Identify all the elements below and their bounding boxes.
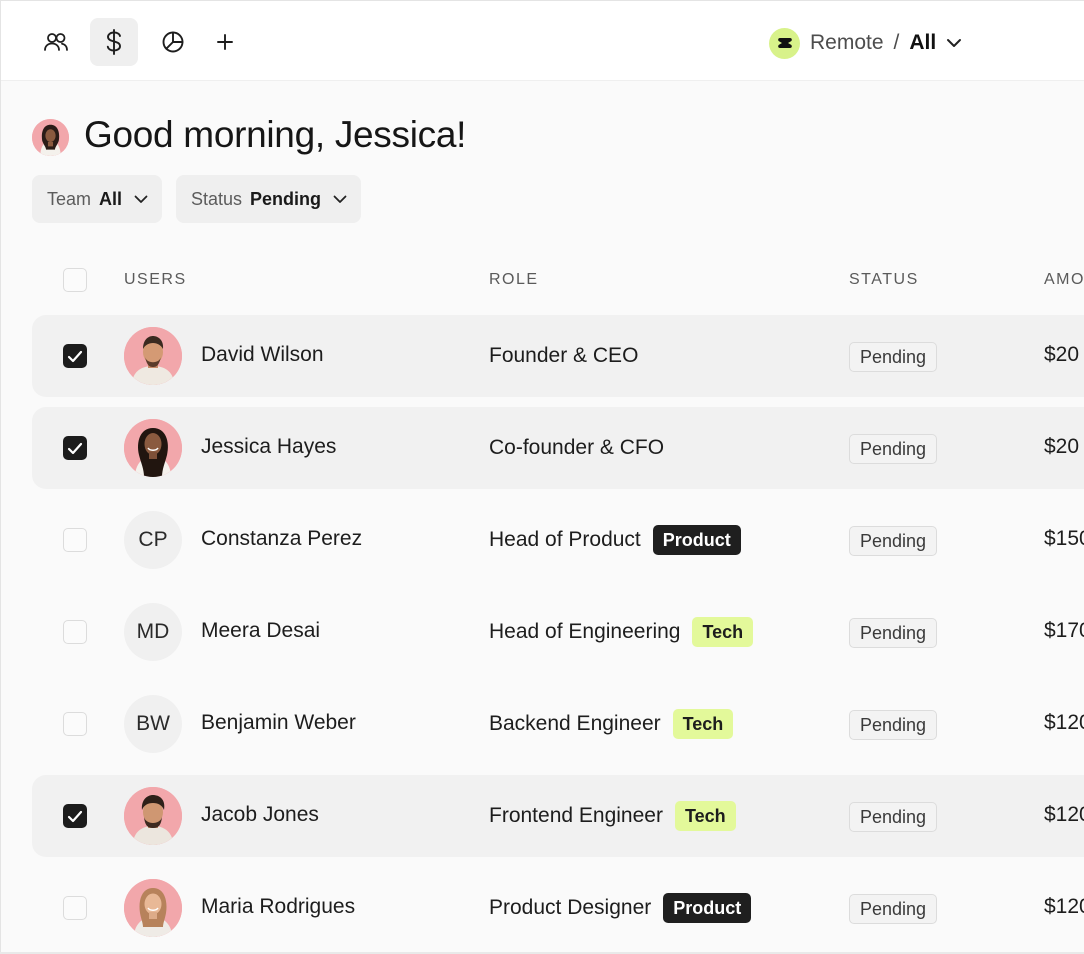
nav-reports-button[interactable] bbox=[149, 18, 197, 66]
status-badge: Pending bbox=[849, 434, 938, 464]
nav-people-button[interactable] bbox=[32, 18, 80, 66]
avatar-initials: BW bbox=[136, 712, 170, 735]
user-role: Frontend Engineer bbox=[489, 804, 663, 827]
workspace-logo-icon bbox=[769, 27, 800, 59]
user-name[interactable]: Constanza Perez bbox=[201, 527, 362, 551]
plus-icon bbox=[216, 33, 234, 51]
status-badge: Pending bbox=[849, 802, 938, 832]
people-icon bbox=[43, 31, 69, 53]
dollar-icon bbox=[104, 28, 124, 56]
avatar-initials: CP bbox=[138, 528, 168, 551]
team-tag: Tech bbox=[692, 617, 754, 647]
row-checkbox[interactable] bbox=[63, 436, 87, 460]
page-title: Good morning, Jessica! bbox=[84, 114, 467, 155]
column-header-amount[interactable]: AMO bbox=[1044, 271, 1084, 289]
select-all-checkbox[interactable] bbox=[63, 268, 87, 292]
amount-value: $20 bbox=[1044, 435, 1080, 458]
status-badge: Pending bbox=[849, 618, 938, 648]
avatar bbox=[124, 327, 182, 385]
amount-value: $20 bbox=[1044, 343, 1080, 366]
team-tag: Tech bbox=[674, 801, 736, 831]
avatar-initials: MD bbox=[136, 620, 170, 643]
table-row[interactable]: MD Meera Desai Head of Engineering Tech Pend… bbox=[32, 591, 1084, 673]
avatar: BW bbox=[124, 695, 182, 753]
user-name[interactable]: David Wilson bbox=[201, 343, 324, 367]
table-row[interactable]: Jessica Hayes Co-founder & CFO Pending $20 bbox=[32, 407, 1084, 489]
team-tag: Product bbox=[652, 525, 741, 555]
chevron-down-icon bbox=[333, 195, 347, 204]
user-name[interactable]: Jessica Hayes bbox=[201, 435, 336, 459]
table-row[interactable]: David Wilson Founder & CEO Pending $20 bbox=[32, 315, 1084, 397]
user-name[interactable]: Maria Rodrigues bbox=[201, 895, 355, 919]
user-name[interactable]: Jacob Jones bbox=[201, 803, 319, 827]
column-header-status[interactable]: STATUS bbox=[849, 271, 919, 289]
avatar bbox=[124, 787, 182, 845]
column-header-users[interactable]: USERS bbox=[124, 271, 187, 289]
role-cell: Co-founder & CFO bbox=[489, 429, 664, 467]
workspace-name: Remote bbox=[810, 31, 884, 54]
row-checkbox[interactable] bbox=[63, 712, 87, 736]
team-tag: Product bbox=[663, 893, 752, 923]
user-name[interactable]: Meera Desai bbox=[201, 619, 320, 643]
avatar bbox=[124, 879, 182, 937]
role-cell: Head of Product Product bbox=[489, 521, 741, 559]
nav-add-button[interactable] bbox=[201, 18, 249, 66]
amount-value: $120 bbox=[1044, 711, 1084, 734]
nav-payroll-button[interactable] bbox=[90, 18, 138, 66]
role-cell: Founder & CEO bbox=[489, 337, 638, 375]
table-row[interactable]: CP Constanza Perez Head of Product Product P… bbox=[32, 499, 1084, 581]
top-bar: Remote / All bbox=[1, 1, 1084, 81]
table-row[interactable]: Maria Rodrigues Product Designer Product Pe… bbox=[32, 867, 1084, 949]
filter-label: Team bbox=[47, 188, 92, 209]
amount-value: $150 bbox=[1044, 527, 1084, 550]
role-cell: Backend Engineer Tech bbox=[489, 705, 734, 743]
user-role: Backend Engineer bbox=[489, 712, 661, 735]
row-checkbox[interactable] bbox=[63, 804, 87, 828]
checkmark-icon bbox=[67, 810, 83, 822]
amount-value: $170 bbox=[1044, 619, 1084, 642]
role-cell: Product Designer Product bbox=[489, 889, 752, 927]
pie-chart-icon bbox=[161, 30, 185, 54]
user-role: Head of Product bbox=[489, 528, 641, 551]
team-filter-dropdown[interactable]: Team All bbox=[32, 175, 163, 223]
chevron-down-icon bbox=[946, 38, 962, 48]
avatar bbox=[124, 419, 182, 477]
avatar: MD bbox=[124, 603, 182, 661]
status-badge: Pending bbox=[849, 710, 938, 740]
row-checkbox[interactable] bbox=[63, 344, 87, 368]
role-cell: Head of Engineering Tech bbox=[489, 613, 754, 651]
app-frame: Remote / All Good morning, Jessica! Team… bbox=[0, 0, 1084, 952]
filter-value: Pending bbox=[250, 188, 322, 209]
status-badge: Pending bbox=[849, 342, 938, 372]
user-role: Head of Engineering bbox=[489, 620, 681, 643]
avatar: CP bbox=[124, 511, 182, 569]
checkmark-icon bbox=[67, 350, 83, 362]
workspace-switcher[interactable]: Remote / All bbox=[769, 27, 962, 59]
user-role: Founder & CEO bbox=[489, 344, 639, 367]
team-tag: Tech bbox=[672, 709, 734, 739]
status-badge: Pending bbox=[849, 526, 938, 556]
workspace-scope: All bbox=[909, 31, 937, 54]
user-name[interactable]: Benjamin Weber bbox=[201, 711, 356, 735]
table-row[interactable]: BW Benjamin Weber Backend Engineer Tech Pend… bbox=[32, 683, 1084, 765]
user-role: Co-founder & CFO bbox=[489, 436, 665, 459]
table-row[interactable]: Jacob Jones Frontend Engineer Tech Pending $… bbox=[32, 775, 1084, 857]
column-header-role[interactable]: ROLE bbox=[489, 271, 539, 289]
status-filter-dropdown[interactable]: Status Pending bbox=[176, 175, 362, 223]
amount-value: $120 bbox=[1044, 895, 1084, 918]
row-checkbox[interactable] bbox=[63, 528, 87, 552]
amount-value: $120 bbox=[1044, 803, 1084, 826]
row-checkbox[interactable] bbox=[63, 896, 87, 920]
user-role: Product Designer bbox=[489, 896, 652, 919]
role-cell: Frontend Engineer Tech bbox=[489, 797, 736, 835]
chevron-down-icon bbox=[134, 195, 148, 204]
checkmark-icon bbox=[67, 442, 83, 454]
row-checkbox[interactable] bbox=[63, 620, 87, 644]
filter-label: Status bbox=[191, 188, 243, 209]
status-badge: Pending bbox=[849, 894, 938, 924]
workspace-separator: / bbox=[893, 31, 900, 54]
filter-value: All bbox=[99, 188, 123, 209]
current-user-avatar[interactable] bbox=[32, 119, 69, 156]
